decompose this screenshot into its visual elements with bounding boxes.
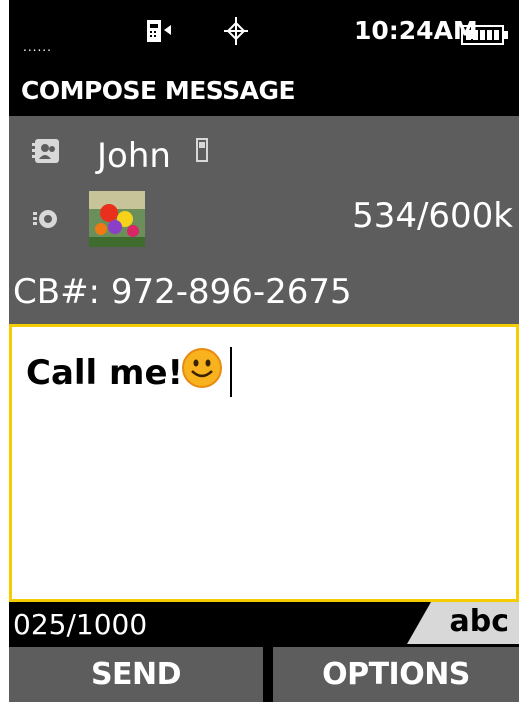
signal-strength: ...... [23,40,52,54]
contact-card-icon [32,139,59,163]
input-mode-indicator: abc [449,604,509,639]
status-bar: ...... 10:24AM [9,0,519,66]
text-cursor [230,347,232,397]
gps-icon [224,17,248,45]
message-header: John 534/600k CB#: 972-896-2675 [9,116,519,324]
recipient-row[interactable]: John [9,134,519,184]
mobile-phone-icon [196,138,208,162]
send-button[interactable]: SEND [9,647,263,702]
message-body-input[interactable]: Call me! [9,324,519,602]
picture-attachment-icon [33,210,57,228]
character-counter: 025/1000 [13,608,148,641]
callback-number[interactable]: CB#: 972-896-2675 [13,272,352,312]
clock: 10:24AM [354,16,478,45]
flower-photo-thumbnail[interactable] [89,191,145,247]
options-button[interactable]: OPTIONS [273,647,519,702]
attachment-row[interactable]: 534/600k [9,188,519,248]
page-title: COMPOSE MESSAGE [9,66,519,116]
message-notification-icon [147,20,171,42]
input-status-bar: 025/1000 abc [9,602,519,644]
phone-screen: ...... 10:24AM COMPOSE MESSAGE John 534/… [9,0,519,702]
battery-icon [461,25,508,45]
smiley-face-icon [182,348,222,388]
message-text: Call me! [26,353,184,393]
softkey-bar: SEND OPTIONS [9,644,519,702]
attachment-size: 534/600k [352,196,513,236]
recipient-name: John [97,136,171,176]
